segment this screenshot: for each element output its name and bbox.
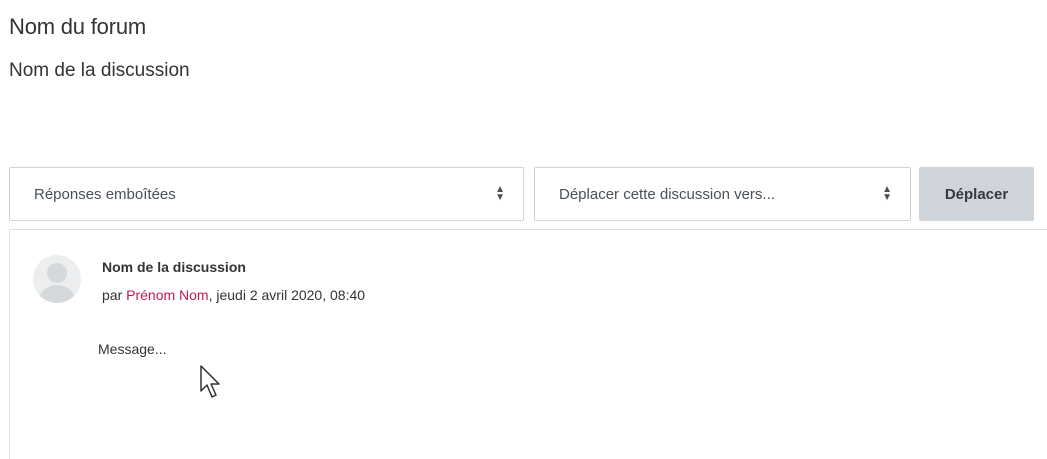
sort-caret-icon: ▲ ▼ bbox=[882, 184, 892, 203]
post-byline: par Prénom Nom, jeudi 2 avril 2020, 08:4… bbox=[102, 287, 365, 303]
author-link[interactable]: Prénom Nom bbox=[126, 287, 208, 303]
byline-prefix: par bbox=[102, 287, 127, 303]
mouse-pointer-icon bbox=[200, 365, 220, 398]
post-date: , jeudi 2 avril 2020, 08:40 bbox=[208, 287, 366, 303]
move-discussion-label: Déplacer cette discussion vers... bbox=[559, 185, 775, 203]
move-discussion-select[interactable]: Déplacer cette discussion vers... ▲ ▼ bbox=[534, 167, 911, 221]
move-button[interactable]: Déplacer bbox=[919, 167, 1034, 221]
post-subject: Nom de la discussion bbox=[102, 259, 246, 275]
sort-caret-icon: ▲ ▼ bbox=[495, 184, 505, 203]
default-user-avatar-icon[interactable] bbox=[33, 255, 81, 303]
avatar-head bbox=[47, 263, 67, 283]
display-mode-select[interactable]: Réponses emboîtées ▲ ▼ bbox=[9, 167, 524, 221]
discussion-title: Nom de la discussion bbox=[9, 60, 190, 81]
avatar-body bbox=[39, 285, 75, 303]
display-mode-label: Réponses emboîtées bbox=[34, 185, 176, 203]
forum-title: Nom du forum bbox=[9, 14, 146, 39]
post-message: Message... bbox=[98, 341, 167, 357]
